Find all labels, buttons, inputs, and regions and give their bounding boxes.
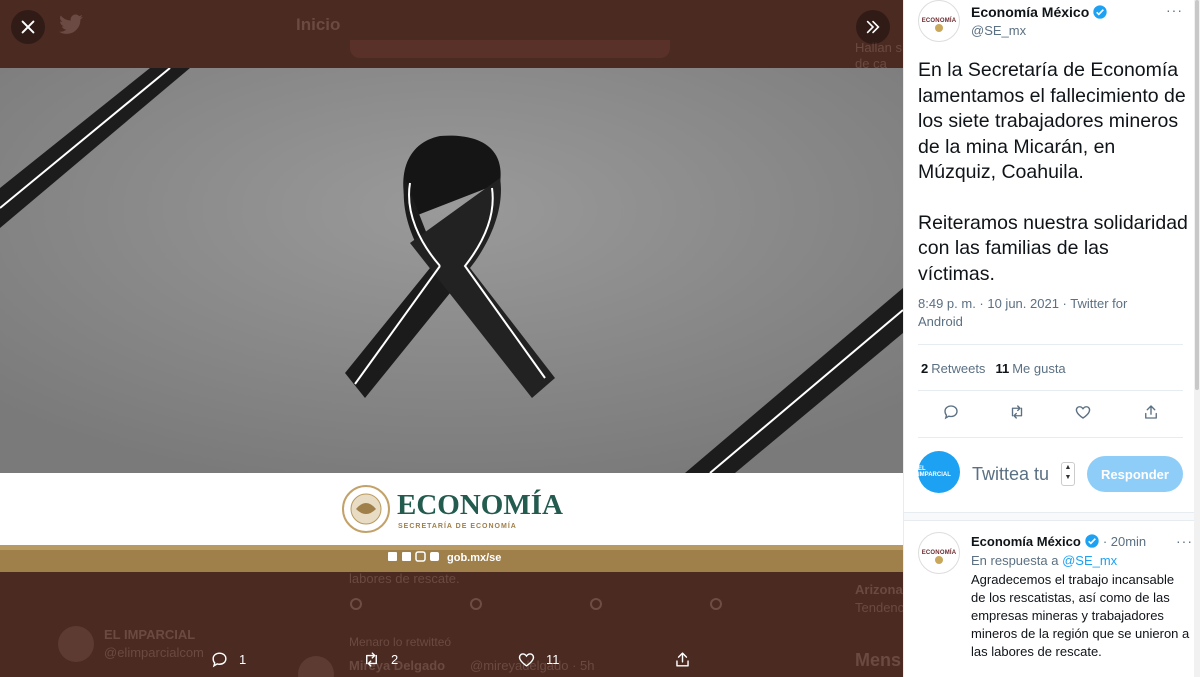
like-action[interactable]: 11 (517, 650, 560, 669)
brand-subtitle: SECRETARÍA DE ECONOMÍA (398, 521, 517, 530)
section-divider (904, 512, 1200, 521)
reply-time: · 20min (1102, 533, 1147, 549)
retweet-count: 2 (391, 652, 399, 667)
reply-icon (944, 405, 958, 420)
heart-icon (1075, 406, 1091, 419)
retweet-icon (366, 652, 377, 667)
header-title: Inicio (296, 15, 341, 34)
author-avatar[interactable]: ECONOMÍA (918, 0, 960, 42)
panel-reply-button[interactable] (942, 403, 960, 426)
more-options-icon[interactable]: ··· (1166, 2, 1183, 18)
current-user-avatar[interactable]: EL IMPARCIAL (918, 451, 960, 493)
scrollbar[interactable] (1194, 0, 1200, 677)
condolence-graphic: ECONOMÍA SECRETARÍA DE ECONOMÍA gob.mx/s… (0, 68, 903, 572)
likes-stat[interactable]: 11 Me gusta (995, 361, 1065, 376)
toggle-panel-button[interactable] (856, 10, 890, 44)
in-reply-to-handle[interactable]: @SE_mx (1062, 553, 1117, 568)
share-icon (676, 652, 689, 667)
reply-icon (212, 652, 227, 668)
bg-card (350, 40, 670, 58)
divider (918, 437, 1183, 438)
close-icon (21, 20, 35, 34)
verified-badge-icon (1093, 5, 1107, 19)
reply-button[interactable]: Responder (1087, 456, 1183, 492)
tweet-image[interactable]: ECONOMÍA SECRETARÍA DE ECONOMÍA gob.mx/s… (0, 68, 903, 572)
reply-count: 1 (239, 652, 247, 667)
divider (918, 390, 1183, 391)
heart-icon (518, 653, 535, 667)
panel-share-button[interactable] (1142, 403, 1160, 426)
bg-share-icon (710, 598, 722, 610)
tweet-timestamp[interactable]: 8:49 p. m. · 10 jun. 2021 · Twitter for … (918, 295, 1148, 331)
bg-retweet-icon (470, 598, 482, 610)
reply-author-name[interactable]: Economía México · 20min (971, 533, 1146, 549)
bg-trend: Tendencia (855, 600, 903, 615)
bg-arizona: Arizona (855, 582, 903, 597)
divider (918, 344, 1183, 345)
compose-input[interactable]: Twittea tu (972, 464, 1049, 485)
double-chevron-right-icon (866, 20, 880, 34)
in-reply-to: En respuesta a @SE_mx (971, 553, 1118, 568)
reply-action[interactable]: 1 (210, 650, 246, 669)
tweet-detail-panel: ECONOMÍA Economía México @SE_mx ··· En l… (903, 0, 1200, 677)
like-count: 11 (546, 652, 560, 667)
retweets-stat[interactable]: 2 Retweets (921, 361, 985, 376)
close-button[interactable] (11, 10, 45, 44)
scrollbar-thumb[interactable] (1195, 0, 1199, 390)
tweet-body: En la Secretaría de Economía lamentamos … (918, 58, 1188, 312)
bg-reply-icon (350, 598, 362, 610)
share-icon (1145, 405, 1157, 419)
media-action-bar: 1 2 11 (0, 640, 903, 677)
tweet-paragraph-1: En la Secretaría de Economía lamentamos … (918, 59, 1186, 183)
tweet-stats: 2 Retweets 11 Me gusta (921, 361, 1066, 376)
compose-scroll-stepper[interactable]: ▲ ▼ (1061, 462, 1075, 486)
retweet-action[interactable]: 2 (362, 650, 398, 669)
verified-badge-icon (1085, 534, 1099, 548)
bg-rescue-snippet: labores de rescate. (349, 571, 460, 586)
share-action[interactable] (673, 650, 692, 669)
bg-like-icon (590, 598, 602, 610)
author-name[interactable]: Economía México (971, 4, 1108, 20)
tweet-paragraph-2: Reiteramos nuestra solidaridad con las f… (918, 211, 1188, 285)
reply-body: Agradecemos el trabajo incansable de los… (971, 572, 1190, 659)
reply-author-avatar[interactable]: ECONOMÍA (918, 532, 960, 574)
brand-name: ECONOMÍA (397, 488, 563, 521)
bird-logo-icon (59, 14, 83, 34)
panel-like-button[interactable] (1074, 403, 1092, 426)
retweet-icon (1011, 405, 1023, 419)
author-handle[interactable]: @SE_mx (971, 23, 1026, 38)
reply-more-icon[interactable]: ··· (1176, 533, 1193, 549)
panel-retweet-button[interactable] (1008, 403, 1026, 426)
brand-url: gob.mx/se (447, 552, 501, 564)
